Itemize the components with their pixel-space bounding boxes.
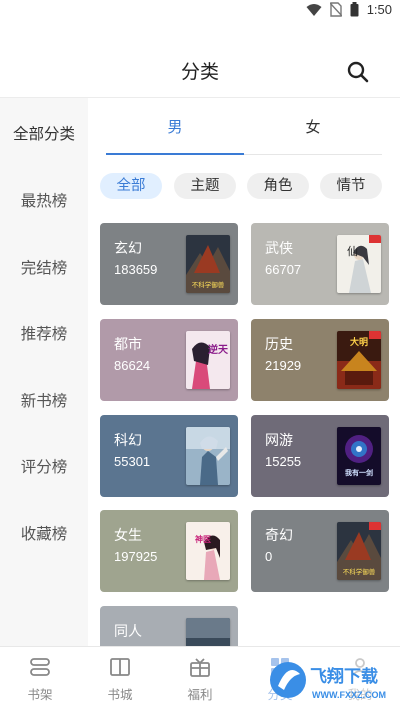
category-card-xuanhuan[interactable]: 玄幻 183659 不科学御兽 — [100, 223, 238, 305]
category-name: 玄幻 — [114, 241, 142, 257]
status-bar: 1:50 — [0, 0, 400, 26]
book-cover-image: 不科学御兽 — [337, 522, 381, 580]
category-name: 都市 — [114, 337, 142, 353]
book-cover-image: 大明 — [337, 331, 381, 389]
category-card-wuxia[interactable]: 武侠 66707 仙 — [251, 223, 389, 305]
book-cover-image: 不科学御兽 — [186, 235, 230, 293]
book-cover-image: 我有一剑 — [337, 427, 381, 485]
category-name: 女生 — [114, 528, 142, 544]
category-count: 183659 — [114, 262, 158, 277]
tab-female[interactable]: 女 — [244, 108, 382, 146]
nav-label: 福利 — [187, 687, 213, 702]
no-sim-icon — [329, 2, 342, 17]
page-title: 分类 — [180, 61, 219, 83]
category-screen: 1:50 分类 全部分类 最热榜 完结榜 推荐榜 新书榜 评分榜 收藏榜 男 女… — [0, 0, 400, 712]
watermark-brand: 飞翔下载 — [310, 666, 378, 686]
sidebar-item-hot[interactable]: 最热榜 — [0, 189, 88, 211]
watermark-logo: 飞翔下载 WWW.FXXZ.COM — [266, 652, 396, 708]
sidebar-item-all-categories[interactable]: 全部分类 — [0, 122, 88, 144]
sidebar-item-new[interactable]: 新书榜 — [0, 389, 88, 411]
category-count: 86624 — [114, 358, 151, 373]
battery-icon — [350, 2, 359, 17]
gender-tabs: 男 女 — [106, 108, 382, 155]
sidebar-item-rating[interactable]: 评分榜 — [0, 455, 88, 477]
book-open-icon — [110, 658, 130, 676]
category-count: 0 — [265, 549, 273, 564]
chip-role[interactable]: 角色 — [247, 173, 309, 199]
tab-male[interactable]: 男 — [106, 108, 244, 146]
cover-title: 我有一剑 — [345, 468, 373, 477]
book-cover-image: 逆天 — [186, 331, 230, 389]
header: 分类 — [0, 50, 400, 94]
category-name: 同人 — [114, 624, 142, 640]
chip-theme[interactable]: 主题 — [174, 173, 236, 199]
category-count: 21929 — [265, 358, 302, 373]
bookshelf-icon — [30, 658, 50, 676]
sidebar: 全部分类 最热榜 完结榜 推荐榜 新书榜 评分榜 收藏榜 — [0, 98, 88, 648]
category-name: 历史 — [265, 337, 293, 353]
cover-title: 不科学御兽 — [192, 280, 225, 289]
book-cover-image — [186, 427, 230, 485]
category-count: 55301 — [114, 454, 151, 469]
tab-divider — [244, 154, 382, 155]
category-card-lishi[interactable]: 历史 21929 大明 — [251, 319, 389, 401]
nav-bookstore[interactable]: 书城 — [80, 655, 160, 703]
chip-all[interactable]: 全部 — [100, 173, 162, 199]
category-card-wangyou[interactable]: 网游 15255 我有一剑 — [251, 415, 389, 497]
cover-title: 逆天 — [208, 343, 229, 356]
category-name: 科幻 — [114, 433, 142, 449]
cover-title: 不科学御兽 — [343, 567, 376, 576]
sidebar-item-recommended[interactable]: 推荐榜 — [0, 322, 88, 344]
cover-title: 神医 — [195, 534, 211, 544]
sidebar-item-completed[interactable]: 完结榜 — [0, 256, 88, 278]
sidebar-item-favorites[interactable]: 收藏榜 — [0, 522, 88, 544]
nav-label: 书城 — [107, 687, 133, 702]
cover-title: 大明 — [350, 336, 368, 348]
nav-label: 书架 — [27, 687, 53, 702]
category-name: 武侠 — [265, 241, 293, 257]
category-card-qihuan[interactable]: 奇幻 0 不科学御兽 — [251, 510, 389, 592]
book-cover-image: 仙 — [337, 235, 381, 293]
nav-bookshelf[interactable]: 书架 — [0, 655, 80, 703]
category-count: 197925 — [114, 549, 158, 564]
category-count: 66707 — [265, 262, 302, 277]
category-card-dushi[interactable]: 都市 86624 逆天 — [100, 319, 238, 401]
tab-active-indicator — [106, 153, 244, 155]
cover-title: 仙 — [347, 245, 358, 258]
category-name: 网游 — [265, 433, 293, 449]
chip-plot[interactable]: 情节 — [320, 173, 382, 199]
watermark-url: WWW.FXXZ.COM — [312, 690, 386, 700]
wifi-icon — [306, 3, 322, 16]
category-name: 奇幻 — [265, 528, 293, 544]
nav-welfare[interactable]: 福利 — [160, 655, 240, 703]
category-count: 15255 — [265, 454, 302, 469]
gift-icon — [190, 658, 210, 677]
search-icon[interactable] — [346, 60, 370, 84]
category-card-kehuan[interactable]: 科幻 55301 — [100, 415, 238, 497]
book-cover-image: 神医 — [186, 522, 230, 580]
category-card-nvsheng[interactable]: 女生 197925 神医 — [100, 510, 238, 592]
status-time: 1:50 — [366, 2, 392, 17]
